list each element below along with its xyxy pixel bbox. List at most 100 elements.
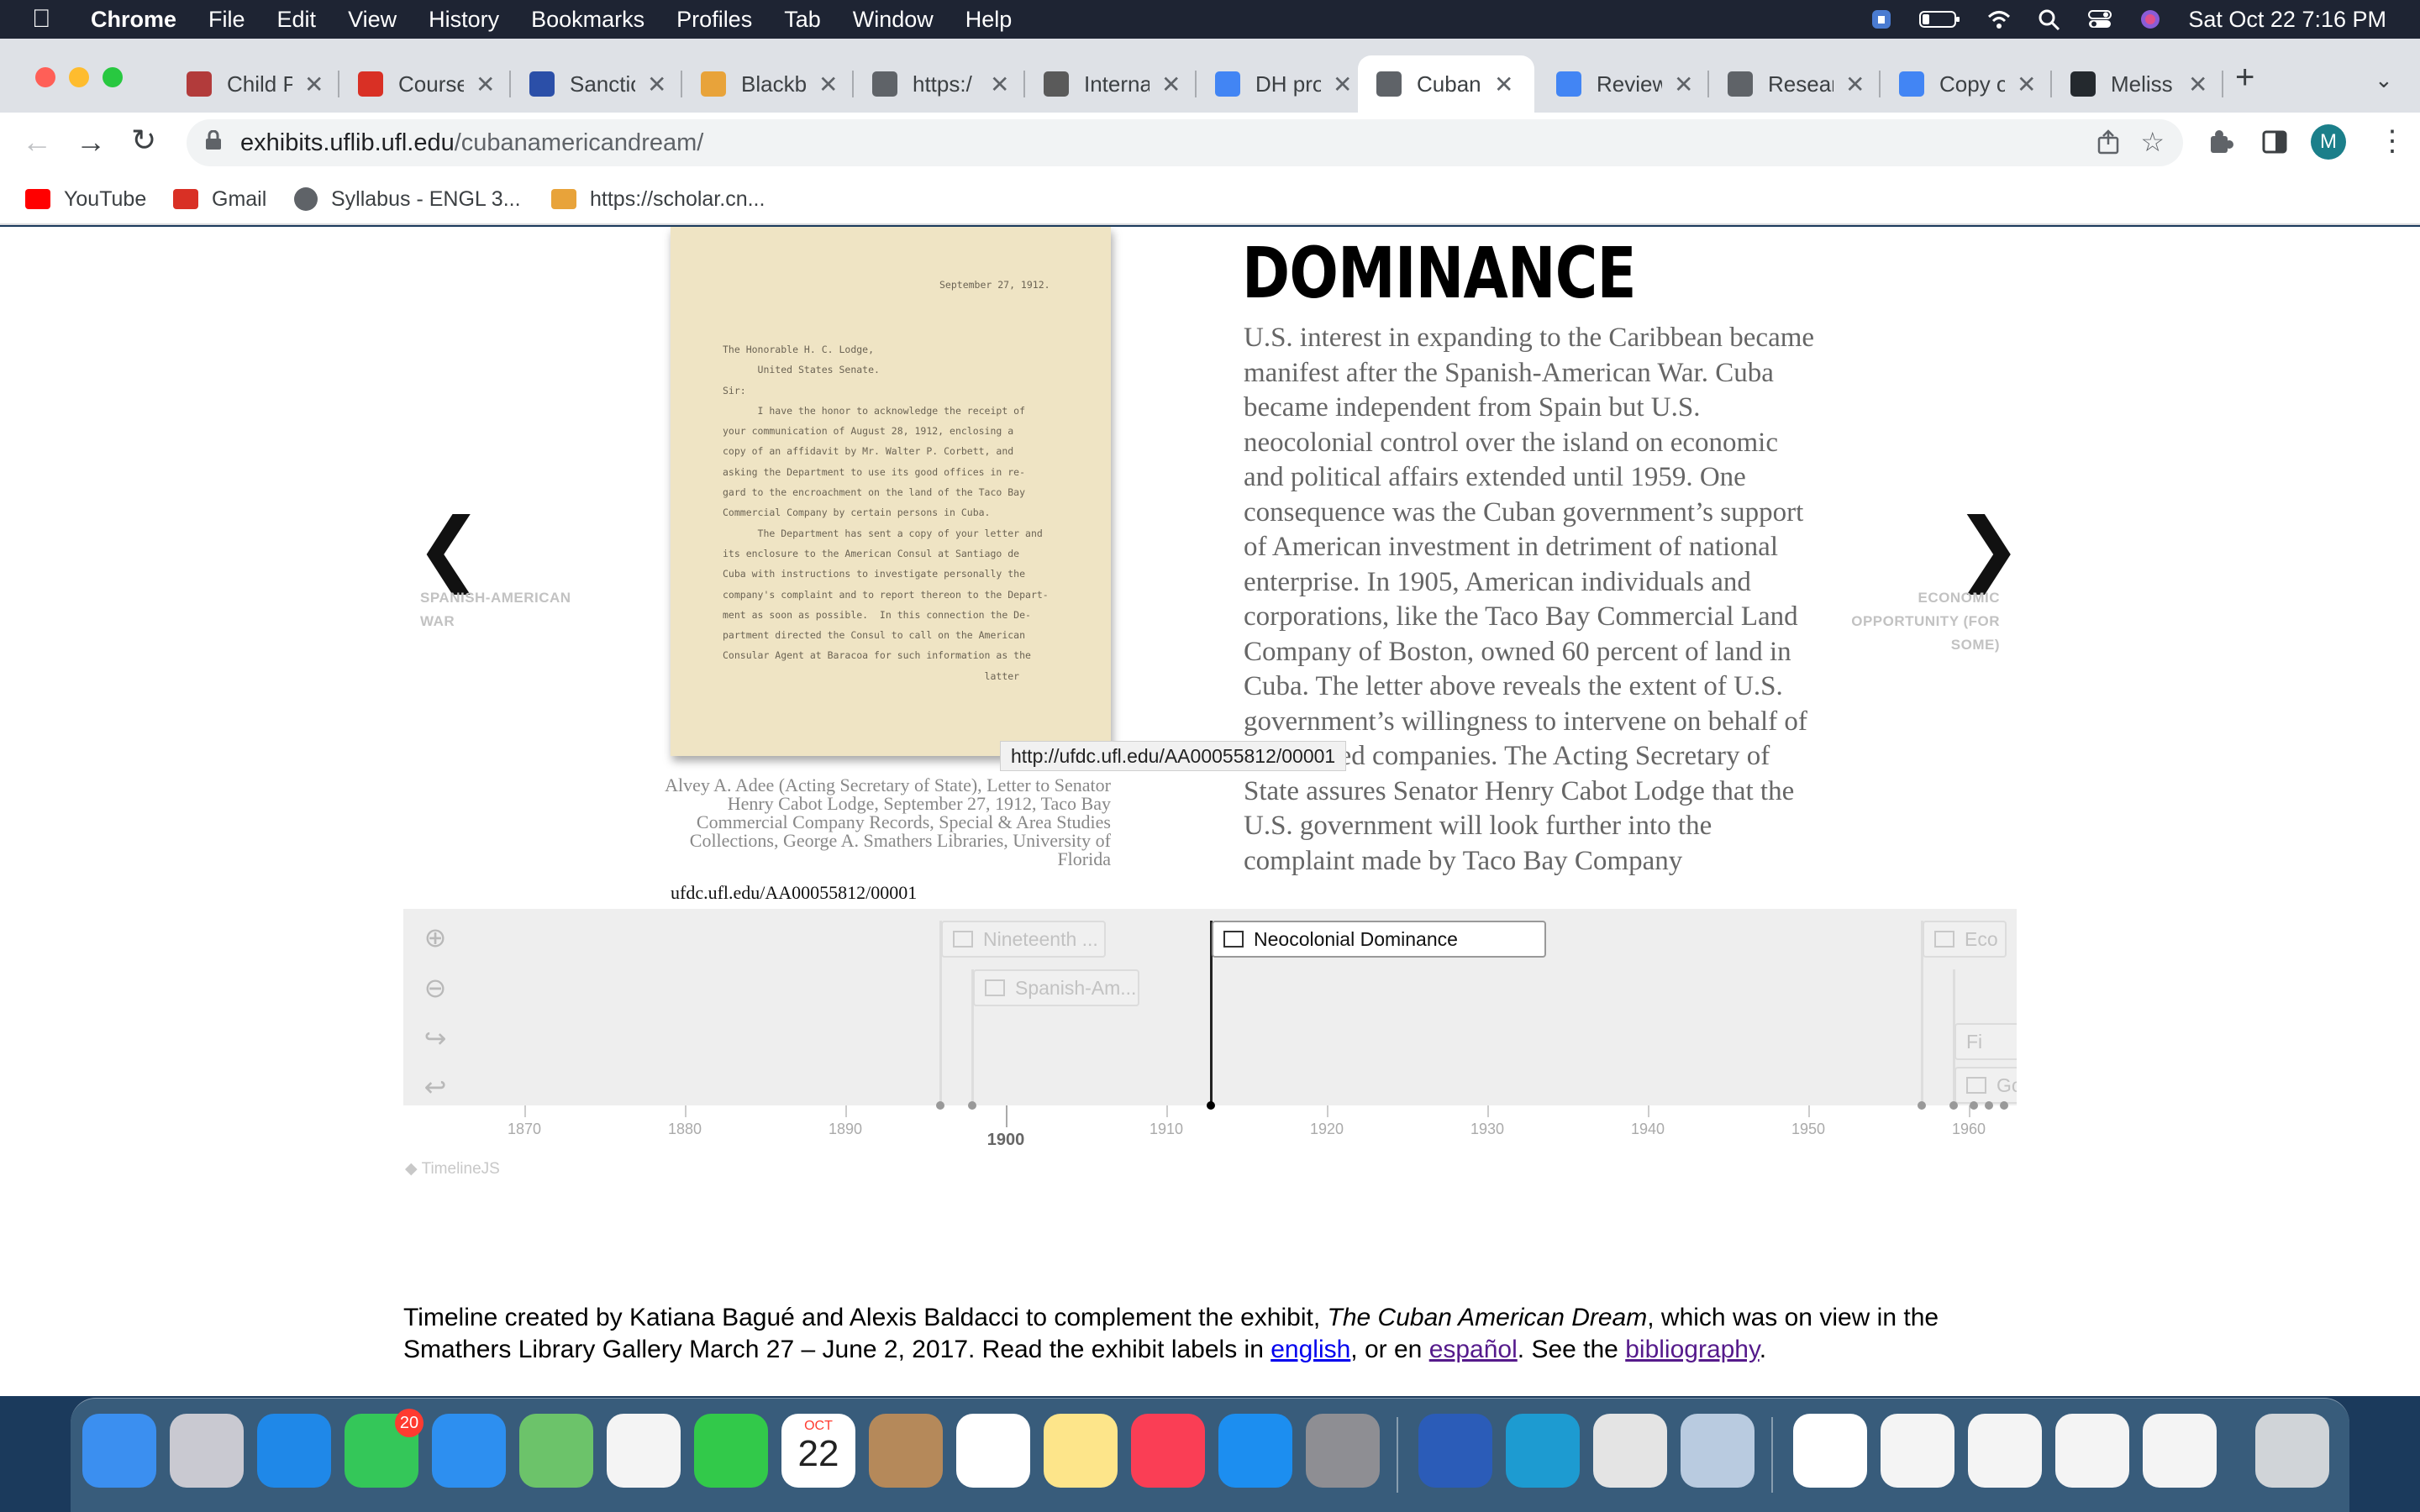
browser-tab[interactable]: Blackb ✕ [682, 55, 854, 113]
menu-window[interactable]: Window [853, 7, 934, 33]
image-credit-url[interactable]: ufdc.ufl.edu/AA00055812/00001 [671, 882, 917, 904]
control-center-icon[interactable] [2087, 8, 2112, 30]
undo-icon[interactable]: ↩ [418, 1070, 452, 1104]
timeline-event[interactable]: Go [1954, 1067, 2017, 1104]
photos-app-icon[interactable] [607, 1414, 681, 1488]
doc4-app-icon[interactable] [2143, 1414, 2217, 1488]
tab-close-icon[interactable]: ✕ [1494, 71, 1513, 98]
tab-close-icon[interactable]: ✕ [2188, 71, 2207, 98]
timeline-event-marker-active[interactable] [1207, 1101, 1215, 1110]
calendar-app-icon[interactable]: OCT 22 [781, 1414, 855, 1488]
tab-close-icon[interactable]: ✕ [304, 71, 324, 98]
tab-close-icon[interactable]: ✕ [1845, 71, 1865, 98]
tab-close-icon[interactable]: ✕ [647, 71, 666, 98]
edge-app-icon[interactable] [1506, 1414, 1580, 1488]
link-english[interactable]: english [1270, 1336, 1350, 1363]
system-preferences-app-icon[interactable] [1306, 1414, 1380, 1488]
new-tab-button[interactable]: + [2235, 59, 2254, 97]
tab-search-chevron-icon[interactable]: ⌄ [2375, 67, 2393, 93]
doc1-app-icon[interactable] [1881, 1414, 1954, 1488]
next-slide-chevron-icon[interactable]: ❯ [1954, 507, 2022, 588]
previous-slide-chevron-icon[interactable]: ❮ [415, 507, 482, 588]
previous-slide-label[interactable]: SPANISH-AMERICAN WAR [420, 586, 588, 633]
menu-history[interactable]: History [429, 7, 499, 33]
timeline-event[interactable]: Eco [1923, 921, 2007, 958]
browser-tab[interactable]: Meliss ✕ [2052, 55, 2223, 113]
app-store-app-icon[interactable] [1218, 1414, 1292, 1488]
timeline-event-marker[interactable] [2000, 1101, 2008, 1110]
browser-tab[interactable]: Sanctio ✕ [511, 55, 682, 113]
timeline-event-marker[interactable] [1949, 1101, 1958, 1110]
timeline-event-active[interactable]: Neocolonial Dominance [1212, 921, 1546, 958]
timeline-event[interactable]: Nineteenth ... [941, 921, 1106, 958]
timeline-event-marker[interactable] [1970, 1101, 1978, 1110]
notes-app-icon[interactable] [1044, 1414, 1118, 1488]
timeline-axis[interactable]: 1870 1880 1890 1900 1910 1920 1930 1940 1950 1960 [403, 1101, 2017, 1178]
window-zoom-button[interactable] [103, 67, 123, 87]
bookmark-gmail[interactable]: Gmail [173, 183, 266, 215]
profile-avatar[interactable]: M [2311, 124, 2346, 160]
timeline-event-marker[interactable] [968, 1101, 976, 1110]
link-bibliography[interactable]: bibliography [1625, 1336, 1760, 1363]
browser-tab[interactable]: DH pro ✕ [1197, 55, 1368, 113]
extensions-puzzle-icon[interactable] [2208, 129, 2233, 159]
preview-app-icon[interactable] [1681, 1414, 1754, 1488]
spotlight-search-icon[interactable] [2037, 8, 2062, 31]
contacts-app-icon[interactable] [869, 1414, 943, 1488]
bookmark-scholar[interactable]: https://scholar.cn... [551, 183, 765, 215]
siri-icon[interactable] [2138, 8, 2163, 30]
redo-icon[interactable]: ↪ [418, 1021, 452, 1055]
menu-view[interactable]: View [348, 7, 397, 33]
browser-tab[interactable]: Child P ✕ [168, 55, 339, 113]
timeline-event-marker[interactable] [1985, 1101, 1993, 1110]
browser-tab[interactable]: https:/ ✕ [854, 55, 1025, 113]
menu-edit[interactable]: Edit [277, 7, 317, 33]
reminders-app-icon[interactable] [956, 1414, 1030, 1488]
tab-active[interactable]: Cuban ✕ [1358, 55, 1534, 113]
battery-icon[interactable] [1919, 8, 1961, 30]
music-app-icon[interactable] [1131, 1414, 1205, 1488]
browser-tab[interactable]: Copy o ✕ [1881, 55, 2052, 113]
link-espanol[interactable]: español [1429, 1336, 1518, 1363]
bookmark-star-icon[interactable]: ☆ [2140, 126, 2165, 158]
menu-tab[interactable]: Tab [784, 7, 821, 33]
doc2-app-icon[interactable] [1968, 1414, 2042, 1488]
tab-close-icon[interactable]: ✕ [476, 71, 495, 98]
timeline-event-marker[interactable] [1918, 1101, 1926, 1110]
browser-tab[interactable]: Interna ✕ [1025, 55, 1197, 113]
timeline-event[interactable]: Spanish-Am... [973, 969, 1139, 1006]
timelinejs-brand[interactable]: ◆ TimelineJS [405, 1159, 500, 1179]
browser-tab[interactable]: Resear ✕ [1709, 55, 1881, 113]
tab-close-icon[interactable]: ✕ [818, 71, 838, 98]
word-app-icon[interactable] [1418, 1414, 1492, 1488]
menu-bookmarks[interactable]: Bookmarks [531, 7, 644, 33]
app-menu[interactable]: Chrome [91, 7, 176, 33]
timeline-event[interactable]: Fi [1954, 1023, 2017, 1060]
tab-close-icon[interactable]: ✕ [1674, 71, 1693, 98]
maps-app-icon[interactable] [519, 1414, 593, 1488]
trash-app-icon[interactable] [2255, 1414, 2329, 1488]
timeline-event-marker[interactable] [936, 1101, 944, 1110]
doc3-app-icon[interactable] [2055, 1414, 2129, 1488]
zoom-out-icon[interactable]: ⊖ [418, 971, 452, 1005]
finder-app-icon[interactable] [82, 1414, 156, 1488]
next-slide-label[interactable]: ECONOMIC OPPORTUNITY (FOR SOME) [1832, 586, 2000, 657]
browser-tab[interactable]: Course ✕ [339, 55, 511, 113]
menu-file[interactable]: File [208, 7, 245, 33]
back-button[interactable]: ← [22, 124, 52, 160]
chrome-app-icon[interactable] [1593, 1414, 1667, 1488]
qr-app-icon[interactable] [1793, 1414, 1867, 1488]
bookmark-syllabus[interactable]: Syllabus - ENGL 3... [294, 183, 521, 215]
mail-app-icon[interactable] [432, 1414, 506, 1488]
wifi-icon[interactable] [1986, 8, 2012, 30]
tab-close-icon[interactable]: ✕ [2017, 71, 2036, 98]
chrome-menu-icon[interactable]: ⋮ [2378, 124, 2407, 158]
side-panel-icon[interactable] [2262, 129, 2287, 159]
bookmark-youtube[interactable]: YouTube [25, 183, 146, 215]
launchpad-app-icon[interactable] [170, 1414, 244, 1488]
browser-tab[interactable]: Review ✕ [1538, 55, 1709, 113]
lock-icon[interactable] [205, 129, 222, 157]
letter-image[interactable]: September 27, 1912. The Honorable H. C. … [671, 227, 1111, 756]
forward-button[interactable]: → [76, 124, 106, 160]
tab-close-icon[interactable]: ✕ [990, 71, 1009, 98]
